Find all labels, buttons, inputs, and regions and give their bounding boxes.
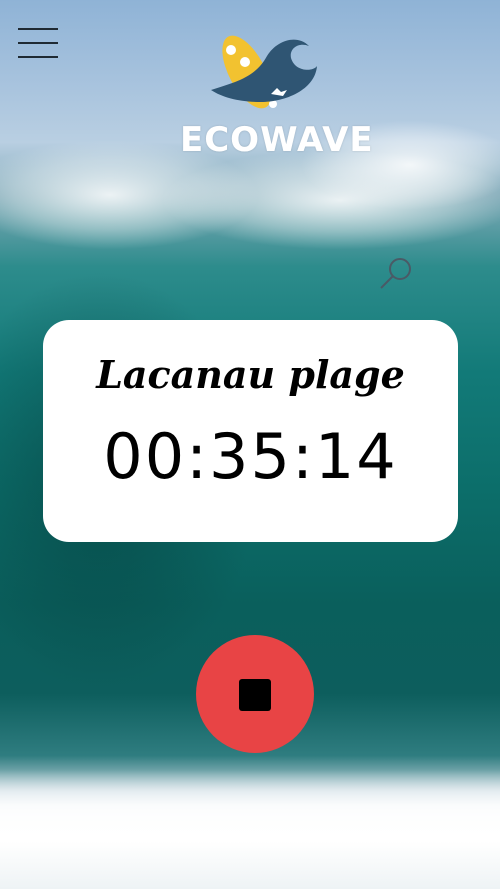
spot-name: Lacanau plage: [96, 352, 405, 397]
session-card: Lacanau plage 00:35:14: [43, 320, 458, 542]
surfboard-wave-logo-icon: [211, 35, 317, 109]
logo-text: ECOWAVE: [180, 120, 374, 160]
logo: ECOWAVE: [180, 32, 374, 162]
menu-button[interactable]: [18, 26, 60, 60]
search-icon[interactable]: [378, 256, 414, 292]
stop-button[interactable]: [196, 635, 314, 753]
menu-line: [18, 56, 58, 58]
session-timer: 00:35:14: [103, 420, 398, 493]
menu-line: [18, 28, 58, 30]
stop-icon: [239, 679, 271, 711]
menu-line: [18, 42, 58, 44]
